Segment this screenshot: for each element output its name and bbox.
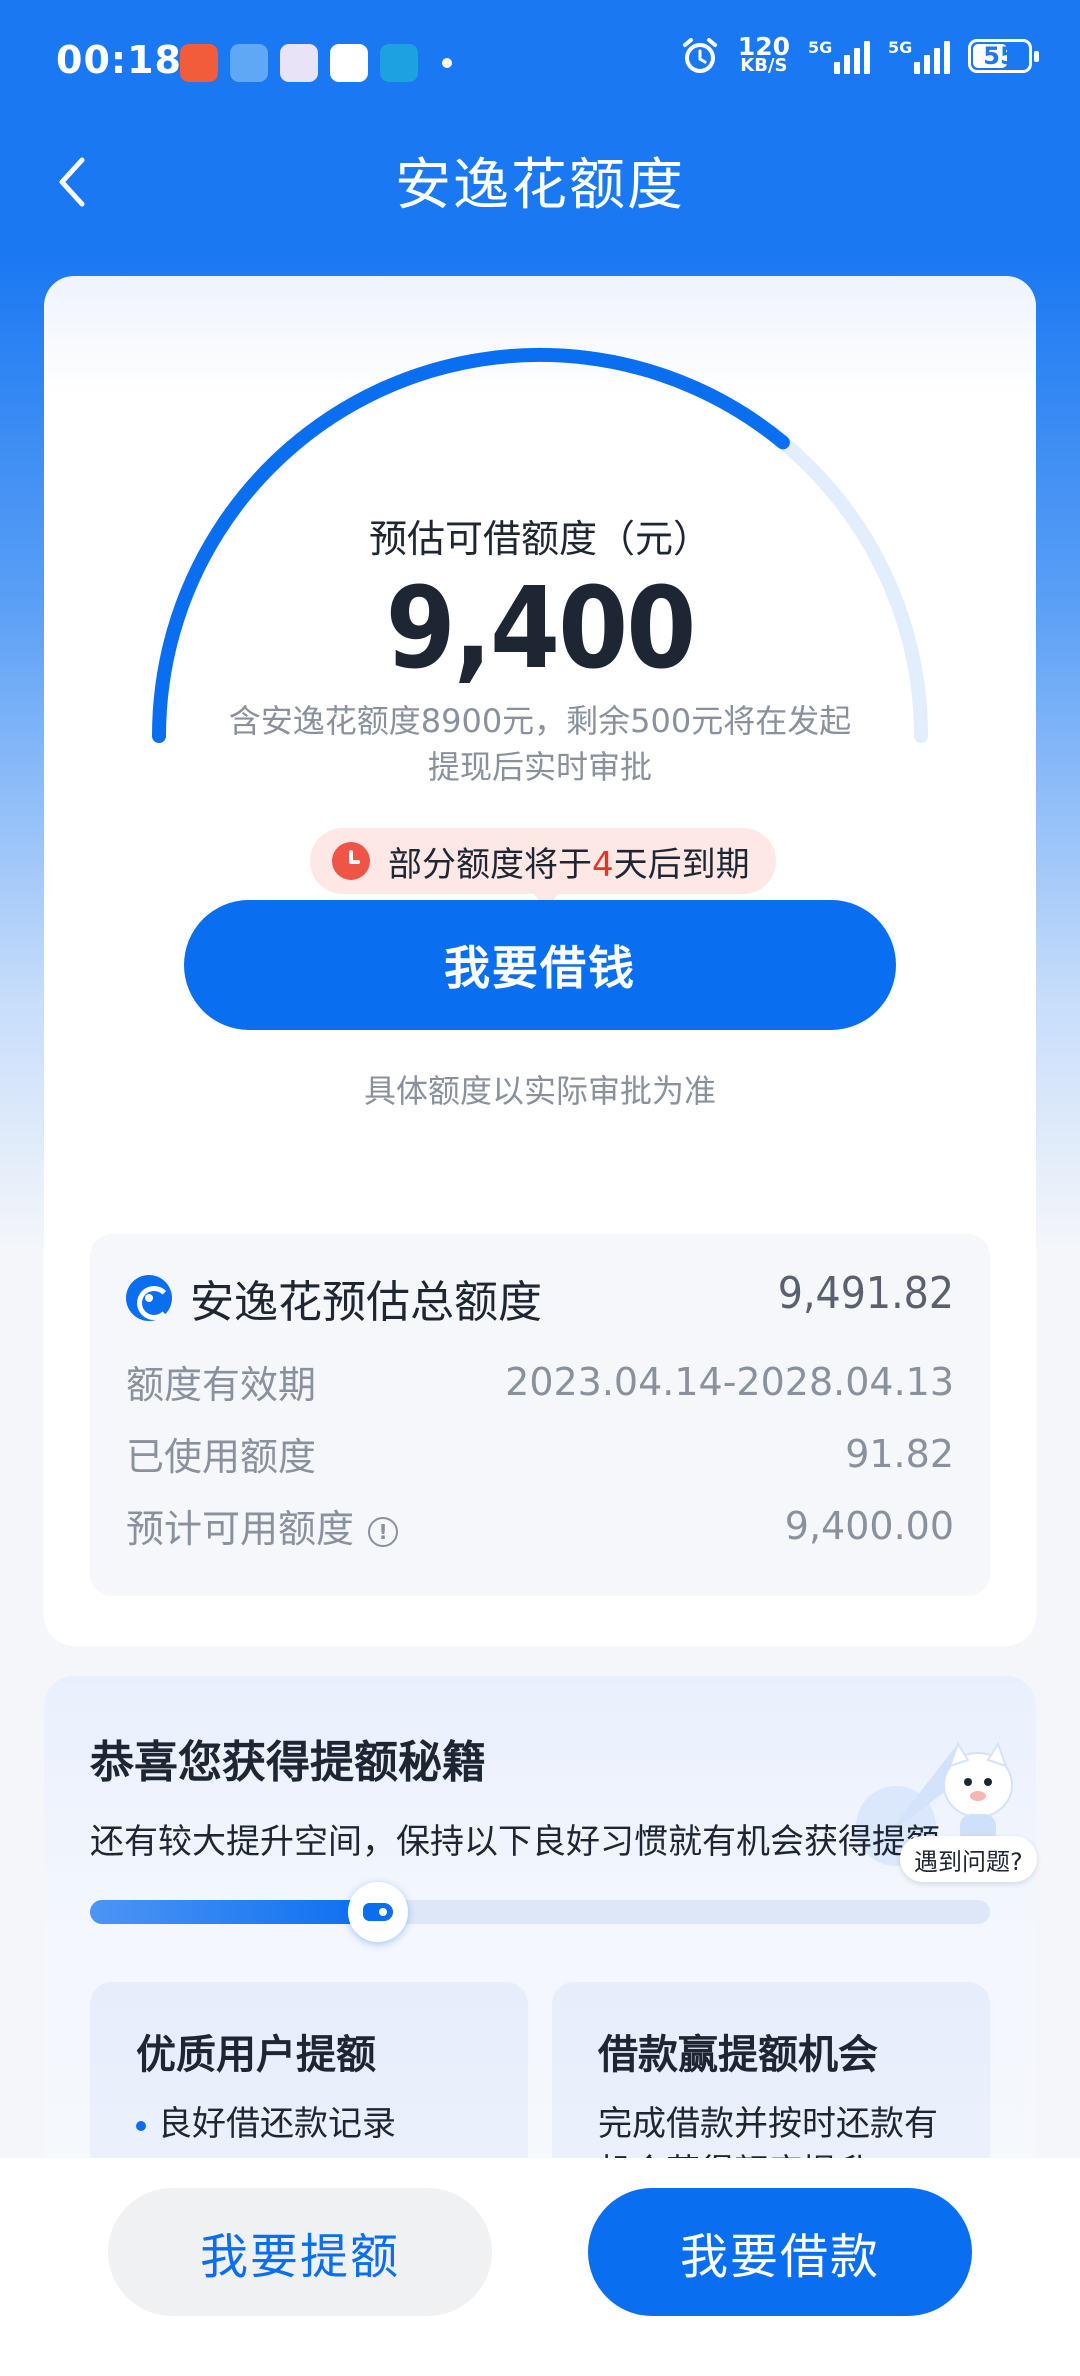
available-label-wrap: 预计可用额度! [126, 1498, 399, 1553]
total-quota-title: 安逸花预估总额度 [190, 1277, 542, 1328]
raise-tips-title: 恭喜您获得提额秘籍 [90, 1737, 486, 1788]
clock-icon [332, 842, 370, 880]
app-notification-icon [180, 44, 218, 82]
approval-note: 具体额度以实际审批为准 [363, 1072, 716, 1110]
status-right: 120 KB/S 5G 5G 55 [680, 32, 1039, 76]
tip-card-title: 优质用户提额 [136, 2032, 376, 2078]
network-speed: 120 KB/S [737, 32, 790, 76]
quota-card: 预估可借额度（元） 9,400 含安逸花额度8900元，剩余500元将在发起提现… [44, 276, 1036, 1646]
alarm-icon [682, 38, 717, 73]
signal-icon: 5G [888, 38, 950, 74]
estimated-quota-value: 9,400 [385, 564, 697, 694]
info-icon[interactable]: ! [368, 1516, 399, 1547]
app-notification-icon [330, 44, 368, 82]
battery-icon: 55 [968, 39, 1039, 73]
notification-icons [180, 44, 452, 82]
validity-value: 2023.04.14-2028.04.13 [505, 1359, 954, 1404]
quota-row-available: 预计可用额度! 9,400.00 [126, 1498, 954, 1553]
status-bar: 00:18 120 KB/S 5G 5G 55 [0, 0, 1080, 128]
total-quota-value: 9,491.82 [777, 1268, 954, 1319]
more-notifications-dot [442, 58, 452, 68]
validity-label: 额度有效期 [126, 1363, 317, 1407]
help-bubble[interactable]: 遇到问题? [900, 1836, 1037, 1882]
weather-notification-icon [230, 44, 268, 82]
anyihua-logo-icon [126, 1275, 172, 1321]
total-quota-header: 安逸花预估总额度 [126, 1266, 542, 1330]
available-label: 预计可用额度 [126, 1507, 355, 1551]
page-title: 安逸花额度 [395, 153, 685, 218]
rocket-knob-icon [348, 1882, 408, 1942]
bottom-action-bar: 我要提额 我要借款 [0, 2158, 1080, 2376]
raise-tips-desc: 还有较大提升空间，保持以下良好习惯就有机会获得提额 [90, 1822, 940, 1862]
used-value: 91.82 [845, 1431, 954, 1476]
total-quota-box: 安逸花预估总额度 9,491.82 额度有效期 2023.04.14-2028.… [90, 1234, 990, 1596]
quota-row-validity: 额度有效期 2023.04.14-2028.04.13 [126, 1354, 954, 1409]
raise-progress-fill [90, 1900, 378, 1924]
expire-days: 4 [592, 844, 614, 885]
borrow-money-button[interactable]: 我要借钱 [184, 900, 896, 1030]
quota-description: 含安逸花额度8900元，剩余500元将在发起提现后实时审批 [228, 702, 852, 786]
bullet-icon [136, 2120, 146, 2131]
tip-card-title: 借款赢提额机会 [598, 2032, 878, 2078]
tip-card-desc: 良好借还款记录 [136, 2100, 496, 2148]
estimated-quota-label: 预估可借额度（元） [368, 517, 711, 561]
nav-header: 安逸花额度 [0, 128, 1080, 248]
app-notification-icon [380, 44, 418, 82]
signal-icon: 5G [808, 38, 870, 74]
quota-row-used: 已使用额度 91.82 [126, 1426, 954, 1481]
loan-button[interactable]: 我要借款 [588, 2188, 972, 2316]
expire-text: 部分额度将于4天后到期 [388, 844, 750, 885]
available-value: 9,400.00 [784, 1503, 954, 1548]
raise-quota-button[interactable]: 我要提额 [108, 2188, 492, 2316]
raise-progress-bar [90, 1882, 990, 1942]
used-label: 已使用额度 [126, 1435, 317, 1479]
app-notification-icon [280, 44, 318, 82]
help-mascot-icon[interactable] [928, 1730, 1028, 1850]
expire-tip: 部分额度将于4天后到期 [310, 828, 776, 908]
status-time: 00:18 [56, 38, 182, 82]
